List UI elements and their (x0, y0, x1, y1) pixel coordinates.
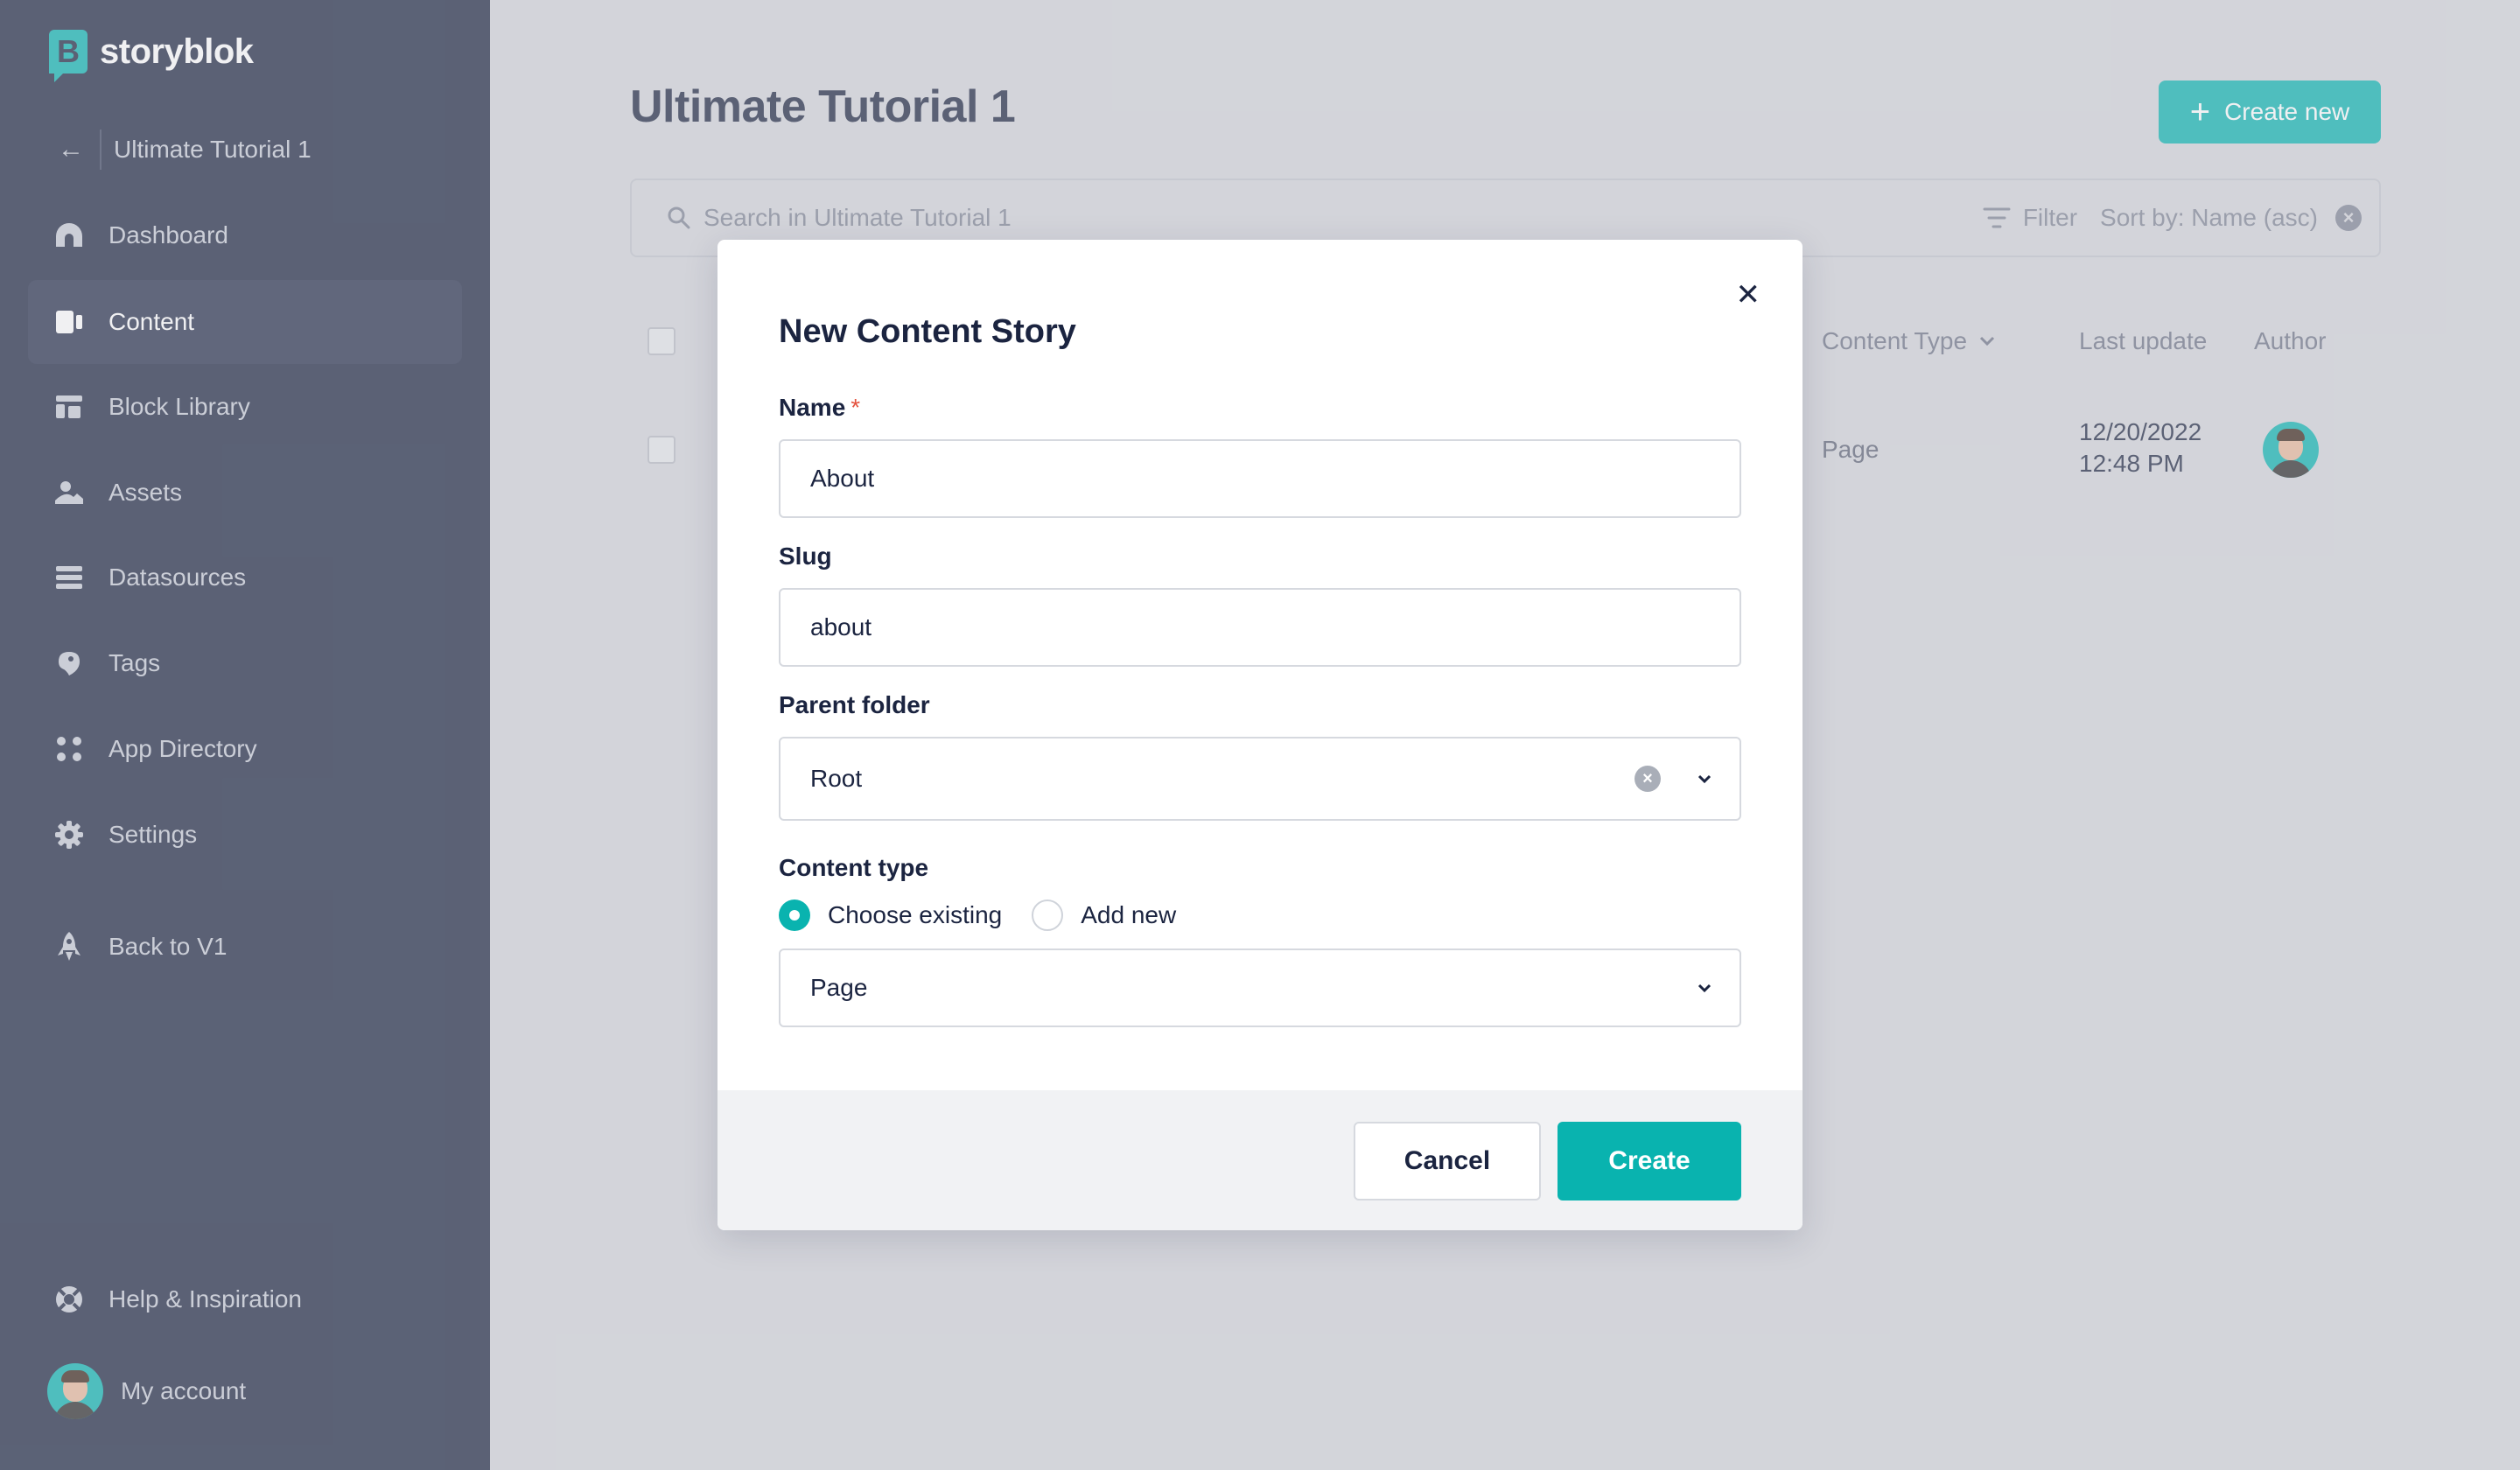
content-type-label: Content type (779, 854, 929, 881)
content-type-radio-group: Choose existing Add new (779, 900, 1206, 931)
parent-folder-label: Parent folder (779, 691, 930, 718)
slug-input[interactable]: about (779, 588, 1741, 667)
radio-choose-existing-label[interactable]: Choose existing (828, 901, 1002, 929)
radio-add-new[interactable] (1032, 900, 1064, 931)
dialog-footer: Cancel Create (718, 1090, 1802, 1230)
cancel-button[interactable]: Cancel (1354, 1122, 1541, 1200)
required-mark: * (850, 394, 861, 421)
dialog-title: New Content Story (779, 313, 1076, 350)
create-button[interactable]: Create (1558, 1122, 1741, 1200)
new-content-story-dialog: ✕ New Content Story Name * About Slug abo… (718, 240, 1802, 1230)
clear-icon[interactable]: × (1634, 766, 1661, 792)
radio-add-new-label[interactable]: Add new (1081, 901, 1176, 929)
parent-folder-value: Root (810, 765, 863, 792)
name-label: Name * (779, 394, 860, 422)
content-type-value: Page (810, 974, 868, 1001)
close-icon[interactable]: ✕ (1736, 280, 1761, 310)
name-input[interactable]: About (779, 439, 1741, 518)
radio-choose-existing[interactable] (779, 900, 810, 931)
slug-label: Slug (779, 542, 832, 570)
name-label-text: Name (779, 394, 846, 421)
content-type-select[interactable]: Page (779, 948, 1741, 1027)
chevron-down-icon[interactable] (1696, 770, 1713, 788)
parent-folder-select[interactable]: Root × (779, 737, 1741, 821)
chevron-down-icon (1698, 984, 1712, 993)
